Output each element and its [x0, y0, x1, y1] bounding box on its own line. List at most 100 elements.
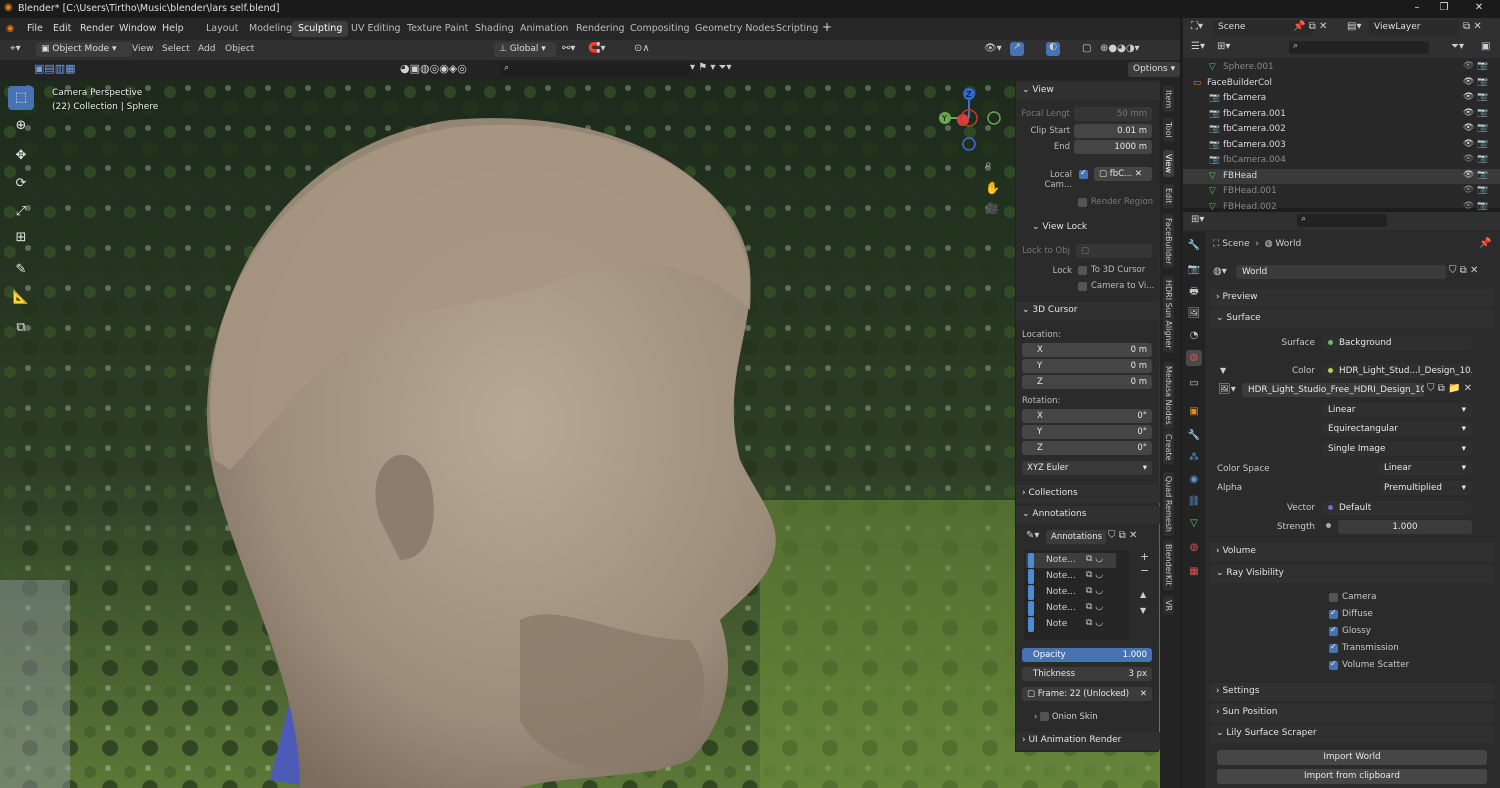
annotations-section-header[interactable]: ⌄ Annotations: [1016, 506, 1160, 524]
alpha-dropdown[interactable]: Premultiplied ▾: [1378, 481, 1472, 495]
world-name-field[interactable]: World: [1236, 265, 1446, 279]
tab-layout[interactable]: Layout: [200, 21, 244, 37]
pin-icon[interactable]: 📌: [1479, 238, 1491, 249]
color-texture-field[interactable]: HDR_Light_Stud...l_Design_10.exr: [1322, 364, 1472, 378]
annotation-name-field[interactable]: Annotations: [1046, 530, 1106, 544]
cursor-rot-z-field[interactable]: Z 0°: [1022, 441, 1152, 455]
outliner-row[interactable]: 📷 fbCamera.004 👁 📷: [1183, 153, 1500, 169]
tab-item[interactable]: Item: [1163, 86, 1174, 113]
settings-panel-header[interactable]: › Settings: [1210, 683, 1494, 701]
add-workspace-icon[interactable]: +: [822, 20, 832, 34]
xray-icon[interactable]: ▢: [1082, 43, 1091, 54]
tab-quad-remesh[interactable]: Quad Remesh: [1163, 472, 1174, 536]
maximize-button[interactable]: ❐: [1437, 2, 1451, 13]
surface-shader-field[interactable]: Background: [1322, 336, 1472, 350]
collections-section-header[interactable]: › Collections: [1016, 485, 1160, 503]
layer-toggle-icons[interactable]: ⧉ ◡: [1086, 618, 1103, 628]
remove-layer-icon[interactable]: −: [1140, 564, 1149, 577]
output-tab-icon[interactable]: 🖶: [1186, 284, 1202, 300]
layer-toggle-icons[interactable]: ⧉ ◡: [1086, 570, 1103, 580]
viewport-search-input[interactable]: ⌕: [500, 63, 690, 76]
texture-tab-icon[interactable]: ▦: [1186, 564, 1202, 580]
pivot-icon[interactable]: ⚯▾: [562, 43, 575, 54]
interpolation-dropdown[interactable]: Linear ▾: [1322, 403, 1472, 417]
world-actions-icons[interactable]: ⛉ ⧉ ✕: [1449, 265, 1478, 276]
image-actions-icons[interactable]: ⛉ ⧉ 📁 ✕: [1427, 383, 1472, 394]
menu-render[interactable]: Render: [80, 23, 114, 34]
cursor-icon[interactable]: ⊕: [8, 114, 34, 138]
tab-scripting[interactable]: Scripting: [770, 21, 824, 37]
ray-visibility-panel-header[interactable]: ⌄ Ray Visibility: [1210, 565, 1494, 583]
cursor-section-header[interactable]: ⌄ 3D Cursor: [1016, 302, 1160, 320]
strength-field[interactable]: 1.000: [1338, 520, 1472, 534]
ray-checkbox[interactable]: [1329, 625, 1338, 636]
3d-viewport[interactable]: Z Y ⌕ ✋ 🎥: [0, 80, 1163, 788]
import-world-button[interactable]: Import World: [1217, 750, 1487, 765]
lock-to-object-field[interactable]: ▢: [1076, 244, 1152, 258]
gizmo-toggle-icon[interactable]: ↗: [1010, 42, 1024, 56]
annotate-icon[interactable]: ✎: [8, 258, 34, 282]
outliner-row[interactable]: 📷 fbCamera.003 👁 📷: [1183, 138, 1500, 154]
layer-toggle-icons[interactable]: ⧉ ◡: [1086, 554, 1103, 564]
filter-dropdown-icons[interactable]: ▾ ⚑ ▾ ⏷▾: [690, 62, 732, 73]
visibility-toggle-icon[interactable]: 👁 📷: [1463, 170, 1488, 180]
preview-panel-header[interactable]: › Preview: [1210, 289, 1494, 307]
orientation-dropdown[interactable]: ⊥ Global ▾: [494, 42, 556, 57]
view-section-header[interactable]: ⌄ View: [1016, 82, 1160, 100]
visibility-toggle-icon[interactable]: 👁 📷: [1463, 92, 1488, 102]
camera-to-view-checkbox[interactable]: [1078, 282, 1087, 291]
options-dropdown[interactable]: Options ▾: [1128, 62, 1181, 77]
editor-type-icon[interactable]: ⌖▾: [10, 43, 21, 54]
image-name-field[interactable]: HDR_Light_Studio_Free_HDRI_Design_10.exr: [1242, 383, 1424, 397]
tab-blenderkit[interactable]: BlenderKit: [1163, 540, 1174, 590]
outliner-row[interactable]: 📷 fbCamera 👁 📷: [1183, 91, 1500, 107]
world-tab-icon[interactable]: ◍: [1186, 350, 1202, 366]
local-camera-checkbox[interactable]: [1079, 168, 1088, 179]
tab-tool[interactable]: Tool: [1163, 118, 1174, 142]
tab-animation[interactable]: Animation: [514, 21, 574, 37]
display-mode-icon[interactable]: ⊞▾: [1217, 41, 1230, 52]
surface-panel-header[interactable]: ⌄ Surface: [1210, 310, 1494, 328]
thickness-field[interactable]: Thickness 3 px: [1022, 667, 1152, 681]
lock-3d-cursor-checkbox[interactable]: [1078, 266, 1087, 275]
render-tab-icon[interactable]: 📷: [1186, 262, 1202, 278]
focal-length-field[interactable]: 50 mm: [1074, 107, 1152, 121]
add-layer-icon[interactable]: +: [1140, 550, 1149, 563]
visibility-toggle-icon[interactable]: 👁 📷: [1463, 123, 1488, 133]
tab-texture-paint[interactable]: Texture Paint: [401, 21, 474, 37]
select-mode-icons[interactable]: ▣▤▥▦: [34, 62, 76, 75]
collection-tab-icon[interactable]: ▭: [1186, 376, 1202, 392]
modifier-tab-icon[interactable]: 🔧: [1186, 428, 1202, 444]
particles-tab-icon[interactable]: ⁂: [1186, 450, 1202, 466]
shading-modes-icon[interactable]: ⊕●◕◑▾: [1100, 43, 1140, 54]
breadcrumb-scene[interactable]: Scene: [1222, 239, 1249, 249]
breadcrumb-world[interactable]: World: [1275, 239, 1301, 249]
view-lock-header[interactable]: ⌄ View Lock: [1032, 222, 1087, 232]
render-region-checkbox[interactable]: [1078, 198, 1087, 207]
color-expand-icon[interactable]: ▼: [1220, 366, 1226, 375]
material-tab-icon[interactable]: ◍: [1186, 540, 1202, 556]
visibility-toggle-icon[interactable]: 👁 📷: [1463, 77, 1488, 87]
new-collection-icon[interactable]: ▣: [1481, 41, 1490, 52]
data-tab-icon[interactable]: ▽: [1186, 516, 1202, 532]
import-clipboard-button[interactable]: Import from clipboard: [1217, 769, 1487, 784]
tab-facebuilder[interactable]: FaceBuilder: [1163, 214, 1174, 269]
overlay-toggle-icon[interactable]: ◐: [1046, 42, 1060, 56]
volume-panel-header[interactable]: › Volume: [1210, 543, 1494, 561]
ray-checkbox[interactable]: [1329, 608, 1338, 619]
outliner-search-input[interactable]: ⌕: [1289, 41, 1429, 54]
outliner-row[interactable]: ▽ FBHead.001 👁 📷: [1183, 184, 1500, 200]
properties-editor-icon[interactable]: ⊞▾: [1191, 214, 1204, 225]
scene-actions-icons[interactable]: 📌 ⧉ ✕: [1293, 21, 1327, 32]
ray-checkbox[interactable]: [1329, 593, 1338, 602]
clip-end-field[interactable]: 1000 m: [1074, 140, 1152, 154]
outliner-row[interactable]: ▽ FBHead 👁 📷: [1183, 168, 1500, 184]
outliner-row[interactable]: ▭ FaceBuilderCol 👁 📷: [1183, 76, 1500, 92]
visibility-toggle-icon[interactable]: 👁 📷: [1463, 201, 1488, 211]
rotation-mode-dropdown[interactable]: XYZ Euler ▾: [1022, 461, 1152, 475]
rotate-icon[interactable]: ⟳: [8, 172, 34, 196]
layer-toggle-icons[interactable]: ⧉ ◡: [1086, 602, 1103, 612]
proportional-edit-icon[interactable]: ⊙∧: [634, 43, 650, 54]
visibility-icon[interactable]: 👁▾: [984, 43, 1002, 54]
menu-window[interactable]: Window: [119, 23, 156, 34]
